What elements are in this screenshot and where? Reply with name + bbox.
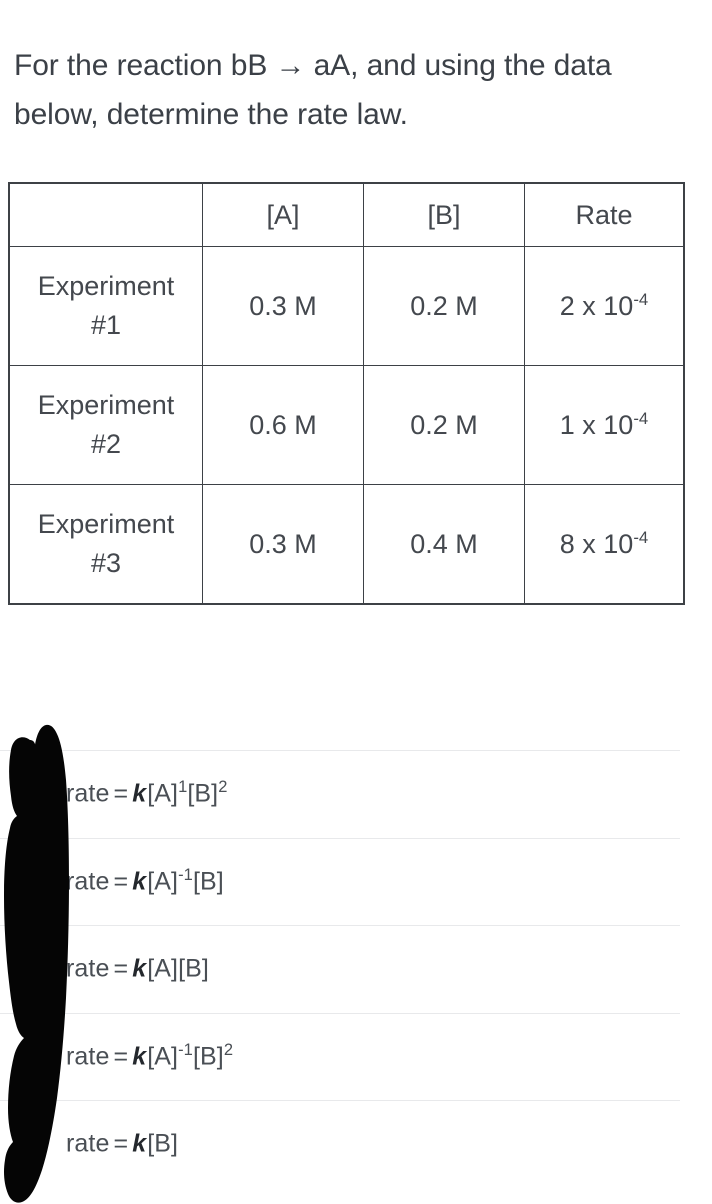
answer-option-5[interactable]: rate = k[B] <box>0 1100 680 1188</box>
cell-concentration-b: 0.2 M <box>363 365 525 485</box>
rate-value: 2 x 10-4 <box>560 291 648 321</box>
experiment-label: Experiment #2 <box>8 365 203 485</box>
cell-concentration-a: 0.3 M <box>202 484 364 605</box>
rate-constant-k: k <box>132 954 147 983</box>
equals-sign: = <box>113 954 129 983</box>
term2-exponent: 2 <box>218 778 228 797</box>
radio-button-icon[interactable] <box>26 872 45 892</box>
cell-concentration-a: 0.3 M <box>202 246 364 366</box>
answer-option-2[interactable]: rate = k[A]-1[B] <box>0 837 680 926</box>
cell-rate: 2 x 10-4 <box>524 246 685 366</box>
rate-mantissa: 2 x 10 <box>559 290 634 321</box>
cell-concentration-a: 0.6 M <box>202 365 364 485</box>
experiment-label-line1: Experiment <box>37 389 175 420</box>
rate-mantissa: 8 x 10 <box>559 528 634 559</box>
term2-base: [B] <box>192 1042 224 1071</box>
term1-exponent: -1 <box>178 865 193 884</box>
rate-text: rate <box>66 1042 110 1071</box>
term1-base: [B] <box>147 1129 179 1158</box>
experiment-label-line1: Experiment <box>37 508 175 539</box>
experiment-label-line1: Experiment <box>37 270 175 301</box>
answer-option-label: rate = k[B] <box>66 1130 178 1159</box>
equals-sign: = <box>113 779 129 808</box>
rate-exponent: -4 <box>633 527 649 547</box>
answer-options-list: rate = k[A]1[B]2 rate = k[A]-1[B] rate = k[A][… <box>0 750 680 1188</box>
experiment-label-line2: #1 <box>90 310 122 340</box>
question-prompt: For the reaction bB → aA, and using the … <box>14 49 612 131</box>
experiment-label: Experiment #1 <box>8 246 203 366</box>
equals-sign: = <box>113 867 129 896</box>
rate-text: rate <box>66 1129 110 1158</box>
equals-sign: = <box>113 1042 129 1071</box>
radio-button-icon[interactable] <box>26 1047 45 1067</box>
rate-constant-k: k <box>132 1042 147 1071</box>
rate-value: 8 x 10-4 <box>560 529 648 559</box>
radio-button-icon[interactable] <box>26 1134 45 1154</box>
column-header-blank <box>8 182 203 247</box>
experiment-label-line2: #3 <box>90 548 122 578</box>
answer-option-1[interactable]: rate = k[A]1[B]2 <box>0 750 680 838</box>
table-header-row: [A] [B] Rate <box>8 182 685 247</box>
table-row: Experiment #1 0.3 M 0.2 M 2 x 10-4 <box>8 246 685 366</box>
rate-exponent: -4 <box>633 289 649 309</box>
table-row: Experiment #2 0.6 M 0.2 M 1 x 10-4 <box>8 365 685 485</box>
rate-text: rate <box>66 867 110 896</box>
table-row: Experiment #3 0.3 M 0.4 M 8 x 10-4 <box>8 484 685 605</box>
column-header-concentration-a: [A] <box>202 182 364 247</box>
rate-exponent: -4 <box>633 408 649 428</box>
answer-option-4[interactable]: rate = k[A]-1[B]2 <box>0 1012 680 1101</box>
rate-value: 1 x 10-4 <box>560 410 648 440</box>
cell-rate: 1 x 10-4 <box>524 365 685 485</box>
term1-exponent: -1 <box>178 1040 193 1059</box>
term1-base: [A] <box>147 1042 179 1071</box>
rate-constant-k: k <box>132 1129 147 1158</box>
answer-option-label: rate = k[A]-1[B] <box>66 867 224 896</box>
rate-constant-k: k <box>132 779 147 808</box>
rate-mantissa: 1 x 10 <box>559 409 634 440</box>
term2-base: [B] <box>192 867 224 896</box>
radio-button-icon[interactable] <box>26 784 45 804</box>
term1-base: [A] <box>147 867 179 896</box>
cell-rate: 8 x 10-4 <box>524 484 685 605</box>
radio-button-icon[interactable] <box>26 959 45 979</box>
term2-base: [B] <box>187 779 219 808</box>
rate-text: rate <box>66 954 110 983</box>
answer-option-label: rate = k[A]1[B]2 <box>66 778 228 809</box>
term2-base: [B] <box>178 954 209 983</box>
answer-option-label: rate = k[A]-1[B]2 <box>66 1042 233 1071</box>
term1-exponent: 1 <box>178 778 188 797</box>
experiment-label: Experiment #3 <box>8 484 203 605</box>
answer-option-label: rate = k[A][B] <box>66 955 209 984</box>
experiment-data-table: [A] [B] Rate Experiment #1 0.3 M 0.2 M 2… <box>8 182 685 605</box>
column-header-rate: Rate <box>524 182 685 247</box>
rate-text: rate <box>66 779 110 808</box>
term2-exponent: 2 <box>223 1040 234 1059</box>
rate-constant-k: k <box>132 867 147 896</box>
equals-sign: = <box>113 1129 129 1158</box>
term1-base: [A] <box>147 779 179 808</box>
cell-concentration-b: 0.2 M <box>363 246 525 366</box>
term1-base: [A] <box>147 954 179 983</box>
answer-option-3[interactable]: rate = k[A][B] <box>0 925 680 1013</box>
column-header-concentration-b: [B] <box>363 182 525 247</box>
experiment-label-line2: #2 <box>90 429 122 459</box>
cell-concentration-b: 0.4 M <box>363 484 525 605</box>
